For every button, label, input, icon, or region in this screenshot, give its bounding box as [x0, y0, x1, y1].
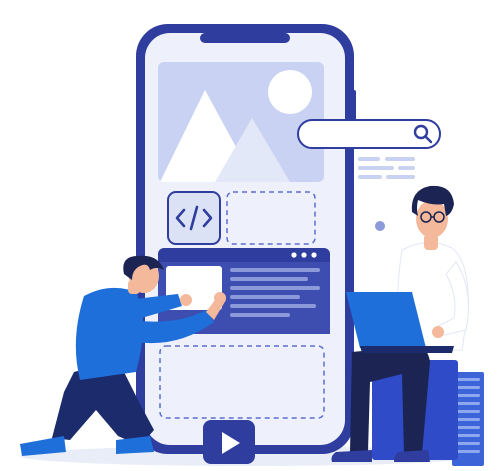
play-button[interactable] — [203, 420, 255, 464]
app-development-illustration — [20, 24, 484, 466]
phone-notch — [200, 33, 290, 43]
kneeling-shoe-front — [116, 436, 154, 454]
image-card — [158, 62, 324, 182]
window-dot-1 — [291, 252, 297, 258]
laptop-base — [360, 346, 454, 353]
person-hand — [432, 326, 444, 338]
decorative-dot — [375, 221, 385, 231]
window-dot-2 — [301, 252, 307, 258]
window-dot-3 — [311, 252, 317, 258]
phone-side-button — [352, 90, 356, 122]
search-bar[interactable] — [297, 119, 441, 149]
code-card[interactable] — [167, 191, 221, 245]
floating-text-lines — [358, 157, 415, 179]
sun-shape — [268, 70, 312, 114]
laptop-screen — [346, 292, 426, 348]
phone-mockup — [136, 24, 356, 464]
kneeling-hand-1 — [180, 294, 192, 306]
